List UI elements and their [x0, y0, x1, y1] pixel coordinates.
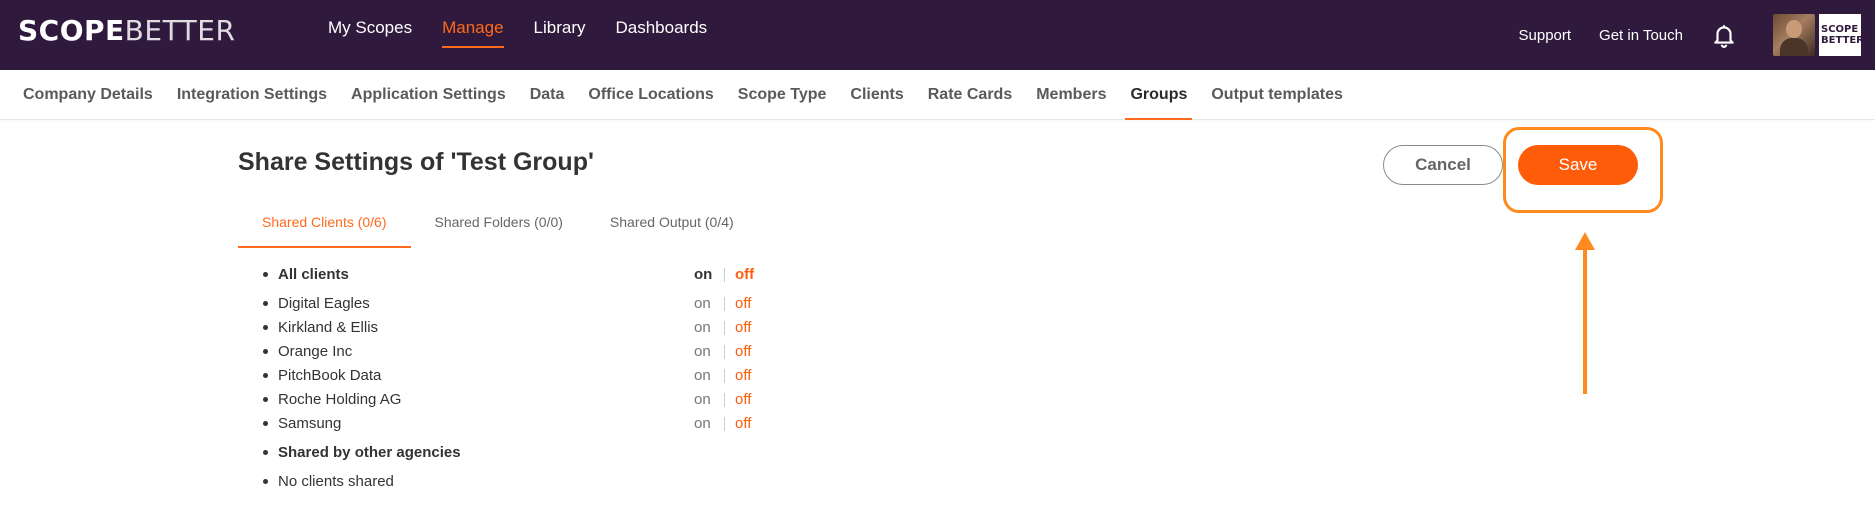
client-on[interactable]: on: [694, 319, 716, 336]
client-on[interactable]: on: [694, 391, 716, 408]
client-toggle: on off: [694, 319, 751, 336]
bullet: [263, 479, 268, 484]
toggle-divider: [724, 392, 725, 407]
list-item: Digital Eagles on off: [238, 291, 768, 315]
client-toggle: on off: [694, 391, 751, 408]
top-navigation-bar: SCOPEBETTER My Scopes Manage Library Das…: [0, 0, 1875, 70]
subnav-groups[interactable]: Groups: [1125, 70, 1193, 120]
share-settings-tabs: Shared Clients (0/6) Shared Folders (0/0…: [238, 204, 734, 248]
nav-library[interactable]: Library: [534, 0, 586, 70]
page-title: Share Settings of 'Test Group': [238, 148, 594, 176]
subnav-application-settings[interactable]: Application Settings: [351, 70, 506, 120]
bullet: [263, 349, 268, 354]
client-label: Digital Eagles: [278, 295, 370, 312]
user-avatar[interactable]: [1773, 14, 1815, 56]
client-on[interactable]: on: [694, 295, 716, 312]
subnav-scope-type[interactable]: Scope Type: [738, 70, 827, 120]
all-clients-label: All clients: [278, 266, 349, 283]
shared-clients-list: All clients on off Digital Eagles on off…: [238, 262, 768, 493]
top-right-actions: Support Get in Touch SCOPE BETTER: [1519, 0, 1875, 70]
all-clients-off[interactable]: off: [735, 266, 754, 283]
subnav-output-templates[interactable]: Output templates: [1211, 70, 1343, 120]
arrow-up-icon: [1570, 232, 1600, 394]
client-off[interactable]: off: [735, 415, 751, 432]
scopebetter-logo[interactable]: SCOPEBETTER: [18, 14, 235, 47]
company-logo-line2: BETTER: [1821, 35, 1864, 46]
subnav-clients[interactable]: Clients: [850, 70, 903, 120]
nav-dashboards[interactable]: Dashboards: [616, 0, 708, 70]
toggle-divider: [724, 368, 725, 383]
subnav-office-locations[interactable]: Office Locations: [588, 70, 713, 120]
get-in-touch-link[interactable]: Get in Touch: [1599, 27, 1683, 44]
tab-shared-clients[interactable]: Shared Clients (0/6): [238, 204, 411, 248]
tab-shared-folders[interactable]: Shared Folders (0/0): [435, 204, 563, 248]
toggle-divider: [724, 296, 725, 311]
client-on[interactable]: on: [694, 367, 716, 384]
all-clients-on[interactable]: on: [694, 266, 716, 283]
client-off[interactable]: off: [735, 367, 751, 384]
nav-manage[interactable]: Manage: [442, 0, 504, 70]
toggle-divider: [724, 344, 725, 359]
list-item: Roche Holding AG on off: [238, 387, 768, 411]
client-on[interactable]: on: [694, 343, 716, 360]
toggle-divider: [724, 416, 725, 431]
save-button[interactable]: Save: [1518, 145, 1638, 185]
client-label: Samsung: [278, 415, 342, 432]
client-label: Kirkland & Ellis: [278, 319, 379, 336]
client-toggle: on off: [694, 367, 751, 384]
manage-sub-nav: Company Details Integration Settings App…: [0, 70, 1875, 120]
other-agencies-heading: Shared by other agencies: [278, 444, 461, 461]
client-label: Orange Inc: [278, 343, 353, 360]
subnav-members[interactable]: Members: [1036, 70, 1106, 120]
all-clients-row: All clients on off: [238, 262, 768, 286]
subnav-company-details[interactable]: Company Details: [23, 70, 153, 120]
cancel-button[interactable]: Cancel: [1383, 145, 1503, 185]
bullet: [263, 325, 268, 330]
client-toggle: on off: [694, 295, 751, 312]
client-label: PitchBook Data: [278, 367, 382, 384]
client-toggle: on off: [694, 415, 751, 432]
main-nav: My Scopes Manage Library Dashboards: [328, 0, 737, 70]
bullet: [263, 301, 268, 306]
tab-shared-output[interactable]: Shared Output (0/4): [610, 204, 734, 248]
logo-text-better: BETTER: [124, 14, 236, 47]
client-off[interactable]: off: [735, 343, 751, 360]
toggle-divider: [724, 267, 725, 282]
company-logo[interactable]: SCOPE BETTER: [1819, 14, 1864, 56]
list-item: PitchBook Data on off: [238, 363, 768, 387]
toggle-divider: [724, 320, 725, 335]
support-link[interactable]: Support: [1519, 27, 1572, 44]
client-off[interactable]: off: [735, 319, 751, 336]
logo-text-scope: SCOPE: [18, 14, 125, 47]
bell-icon[interactable]: [1711, 22, 1737, 48]
client-label: Roche Holding AG: [278, 391, 402, 408]
bullet: [263, 397, 268, 402]
no-clients-shared-row: No clients shared: [238, 469, 768, 493]
client-off[interactable]: off: [735, 295, 751, 312]
subnav-data[interactable]: Data: [530, 70, 565, 120]
nav-my-scopes[interactable]: My Scopes: [328, 0, 412, 70]
bullet: [263, 450, 268, 455]
all-clients-toggle: on off: [694, 266, 754, 283]
list-item: Kirkland & Ellis on off: [238, 315, 768, 339]
no-clients-shared-text: No clients shared: [278, 473, 394, 490]
other-agencies-heading-row: Shared by other agencies: [238, 440, 768, 464]
client-off[interactable]: off: [735, 391, 751, 408]
company-logo-line1: SCOPE: [1821, 24, 1859, 35]
subnav-rate-cards[interactable]: Rate Cards: [928, 70, 1012, 120]
client-on[interactable]: on: [694, 415, 716, 432]
list-item: Orange Inc on off: [238, 339, 768, 363]
bullet: [263, 421, 268, 426]
client-toggle: on off: [694, 343, 751, 360]
subnav-integration-settings[interactable]: Integration Settings: [177, 70, 327, 120]
bullet: [263, 272, 268, 277]
list-item: Samsung on off: [238, 411, 768, 435]
bullet: [263, 373, 268, 378]
